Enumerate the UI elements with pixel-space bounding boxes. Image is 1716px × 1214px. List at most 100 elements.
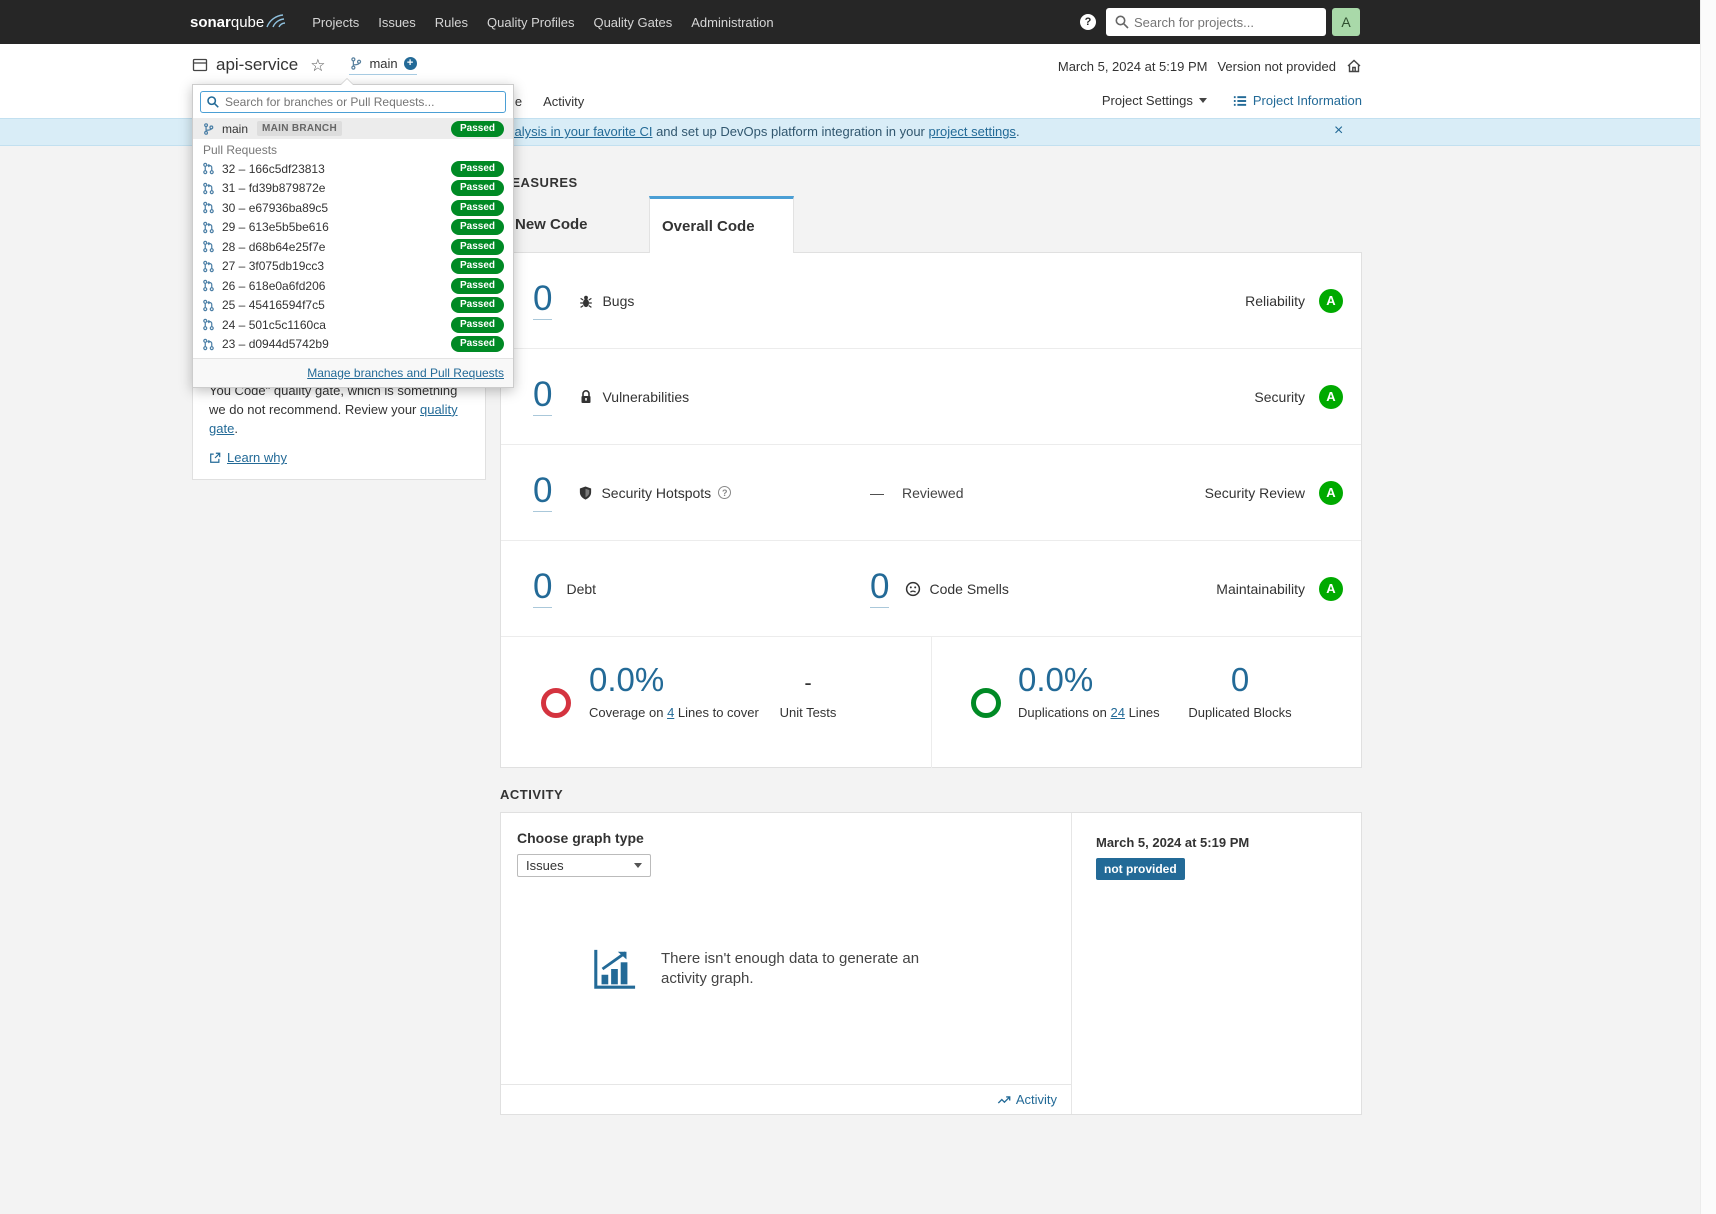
rating-badge[interactable]: A [1319, 289, 1343, 313]
analysis-date: March 5, 2024 at 5:19 PM [1058, 59, 1208, 74]
learn-why-link[interactable]: Learn why [209, 450, 469, 465]
activity-link[interactable]: Activity [997, 1092, 1057, 1107]
help-icon[interactable]: ? [1080, 14, 1096, 30]
pull-request-item[interactable]: 26 – 618e0a6fd206 Passed [193, 276, 513, 296]
project-information-link[interactable]: Project Information [1233, 93, 1362, 108]
tab-activity[interactable]: Activity [543, 94, 584, 109]
logo-swoosh-icon [266, 12, 286, 28]
pull-request-icon [202, 338, 215, 351]
version-label: Version not provided [1217, 59, 1336, 74]
duplications-suffix: Lines [1125, 705, 1160, 720]
status-badge: Passed [451, 278, 504, 294]
branch-selector[interactable]: main + [349, 56, 416, 75]
pull-request-label: 31 – fd39b879872e [222, 181, 325, 195]
coverage-value[interactable]: 0.0% [589, 663, 759, 698]
pull-request-item[interactable]: 30 – e67936ba89c5 Passed [193, 198, 513, 218]
hotspots-count[interactable]: 0 [533, 473, 552, 513]
duplicated-blocks-value[interactable]: 0 [1231, 663, 1249, 698]
code-smells-label: Code Smells [929, 581, 1008, 597]
scrollbar[interactable] [1700, 0, 1716, 1214]
branch-menu-footer: Manage branches and Pull Requests [193, 358, 513, 387]
search-icon [206, 95, 220, 109]
close-icon[interactable]: × [1334, 122, 1343, 140]
security-review-label: Security Review [1205, 485, 1305, 501]
global-search-input[interactable] [1106, 8, 1326, 36]
activity-sidebar: March 5, 2024 at 5:19 PM not provided [1072, 813, 1361, 1114]
tab-new-code[interactable]: New Code [500, 196, 649, 252]
measures-footer: 0.0% Coverage on 4 Lines to cover - Unit… [501, 637, 1361, 768]
pull-request-item[interactable]: 31 – fd39b879872e Passed [193, 179, 513, 199]
pull-request-label: 26 – 618e0a6fd206 [222, 279, 325, 293]
main-branch-name: main [222, 122, 248, 136]
duplications-panel: 0.0% Duplications on 24 Lines 0 Duplicat… [931, 637, 1361, 768]
pull-request-item[interactable]: 32 – 166c5df23813 Passed [193, 159, 513, 179]
main-branch-item[interactable]: main MAIN BRANCH Passed [193, 118, 513, 139]
vulnerabilities-count[interactable]: 0 [533, 377, 552, 417]
pull-request-item[interactable]: 28 – d68b64e25f7e Passed [193, 237, 513, 257]
bugs-count[interactable]: 0 [533, 281, 552, 321]
pull-request-icon [202, 279, 215, 292]
pull-request-item[interactable]: 29 – 613e5b5be616 Passed [193, 218, 513, 238]
code-smells-count[interactable]: 0 [870, 569, 889, 609]
manage-branches-link[interactable]: Manage branches and Pull Requests [307, 366, 504, 380]
coverage-suffix: Lines to cover [674, 705, 759, 720]
coverage-ring-icon [541, 688, 571, 718]
main-branch-badge: MAIN BRANCH [257, 121, 342, 136]
home-icon[interactable] [1346, 58, 1362, 74]
user-avatar[interactable]: A [1332, 8, 1360, 36]
branch-search-input[interactable] [200, 91, 506, 113]
current-branch-name: main [369, 56, 397, 71]
help-icon[interactable]: ? [718, 486, 731, 499]
graph-type-select[interactable]: Issues [517, 854, 651, 877]
measure-row-maintainability: 0 Debt 0 Code Smells Maintainability A [501, 541, 1361, 637]
reviewed-label: Reviewed [902, 485, 963, 501]
nav-quality-gates[interactable]: Quality Gates [593, 15, 672, 30]
pull-request-item[interactable]: 23 – d0944d5742b9 Passed [193, 335, 513, 355]
duplications-value[interactable]: 0.0% [1018, 663, 1160, 698]
pull-request-icon [202, 260, 215, 273]
branch-dropdown: main MAIN BRANCH Passed Pull Requests 32… [192, 84, 514, 388]
nav-quality-profiles[interactable]: Quality Profiles [487, 15, 574, 30]
add-branch-icon[interactable]: + [404, 57, 417, 70]
rating-badge[interactable]: A [1319, 577, 1343, 601]
maintainability-label: Maintainability [1216, 581, 1305, 597]
project-information-label: Project Information [1253, 93, 1362, 108]
debt-label: Debt [566, 581, 596, 597]
duplications-block: 0.0% Duplications on 24 Lines [1018, 663, 1160, 720]
logo-text-light: qube [231, 14, 264, 31]
nav-administration[interactable]: Administration [691, 15, 773, 30]
status-badge: Passed [451, 121, 504, 137]
ci-analysis-link[interactable]: analysis in your favorite CI [500, 124, 652, 139]
status-badge: Passed [451, 297, 504, 313]
logo-text-bold: sonar [190, 14, 231, 31]
branch-search [200, 91, 506, 113]
status-badge: Passed [451, 317, 504, 333]
rating-badge[interactable]: A [1319, 385, 1343, 409]
activity-card: Choose graph type Issues There isn't eno… [500, 812, 1362, 1115]
debt-value[interactable]: 0 [533, 569, 552, 609]
security-rating: Security A [1254, 385, 1343, 409]
sonarqube-logo[interactable]: sonarqube [190, 14, 286, 31]
branch-icon [202, 122, 215, 136]
nav-rules[interactable]: Rules [435, 15, 468, 30]
chevron-down-icon [634, 863, 642, 868]
duplications-prefix: Duplications on [1018, 705, 1111, 720]
pull-request-label: 25 – 45416594f7c5 [222, 298, 325, 312]
pull-request-label: 28 – d68b64e25f7e [222, 240, 325, 254]
duplications-caption: Duplications on 24 Lines [1018, 705, 1160, 720]
tab-overall-code[interactable]: Overall Code [649, 196, 794, 253]
nav-projects[interactable]: Projects [312, 15, 359, 30]
pull-request-item[interactable]: 27 – 3f075db19cc3 Passed [193, 257, 513, 277]
favorite-star-icon[interactable]: ☆ [310, 57, 325, 74]
nav-issues[interactable]: Issues [378, 15, 416, 30]
pull-request-item[interactable]: 25 – 45416594f7c5 Passed [193, 296, 513, 316]
shield-icon [578, 485, 593, 501]
rating-badge[interactable]: A [1319, 481, 1343, 505]
measure-row-vulnerabilities: 0 Vulnerabilities Security A [501, 349, 1361, 445]
project-settings-link[interactable]: project settings [929, 124, 1016, 139]
duplication-lines-link[interactable]: 24 [1111, 705, 1125, 720]
code-smells-group: 0 Code Smells [870, 569, 1009, 609]
status-badge: Passed [451, 258, 504, 274]
project-settings-menu[interactable]: Project Settings [1102, 93, 1207, 108]
pull-request-item[interactable]: 24 – 501c5c1160ca Passed [193, 315, 513, 335]
